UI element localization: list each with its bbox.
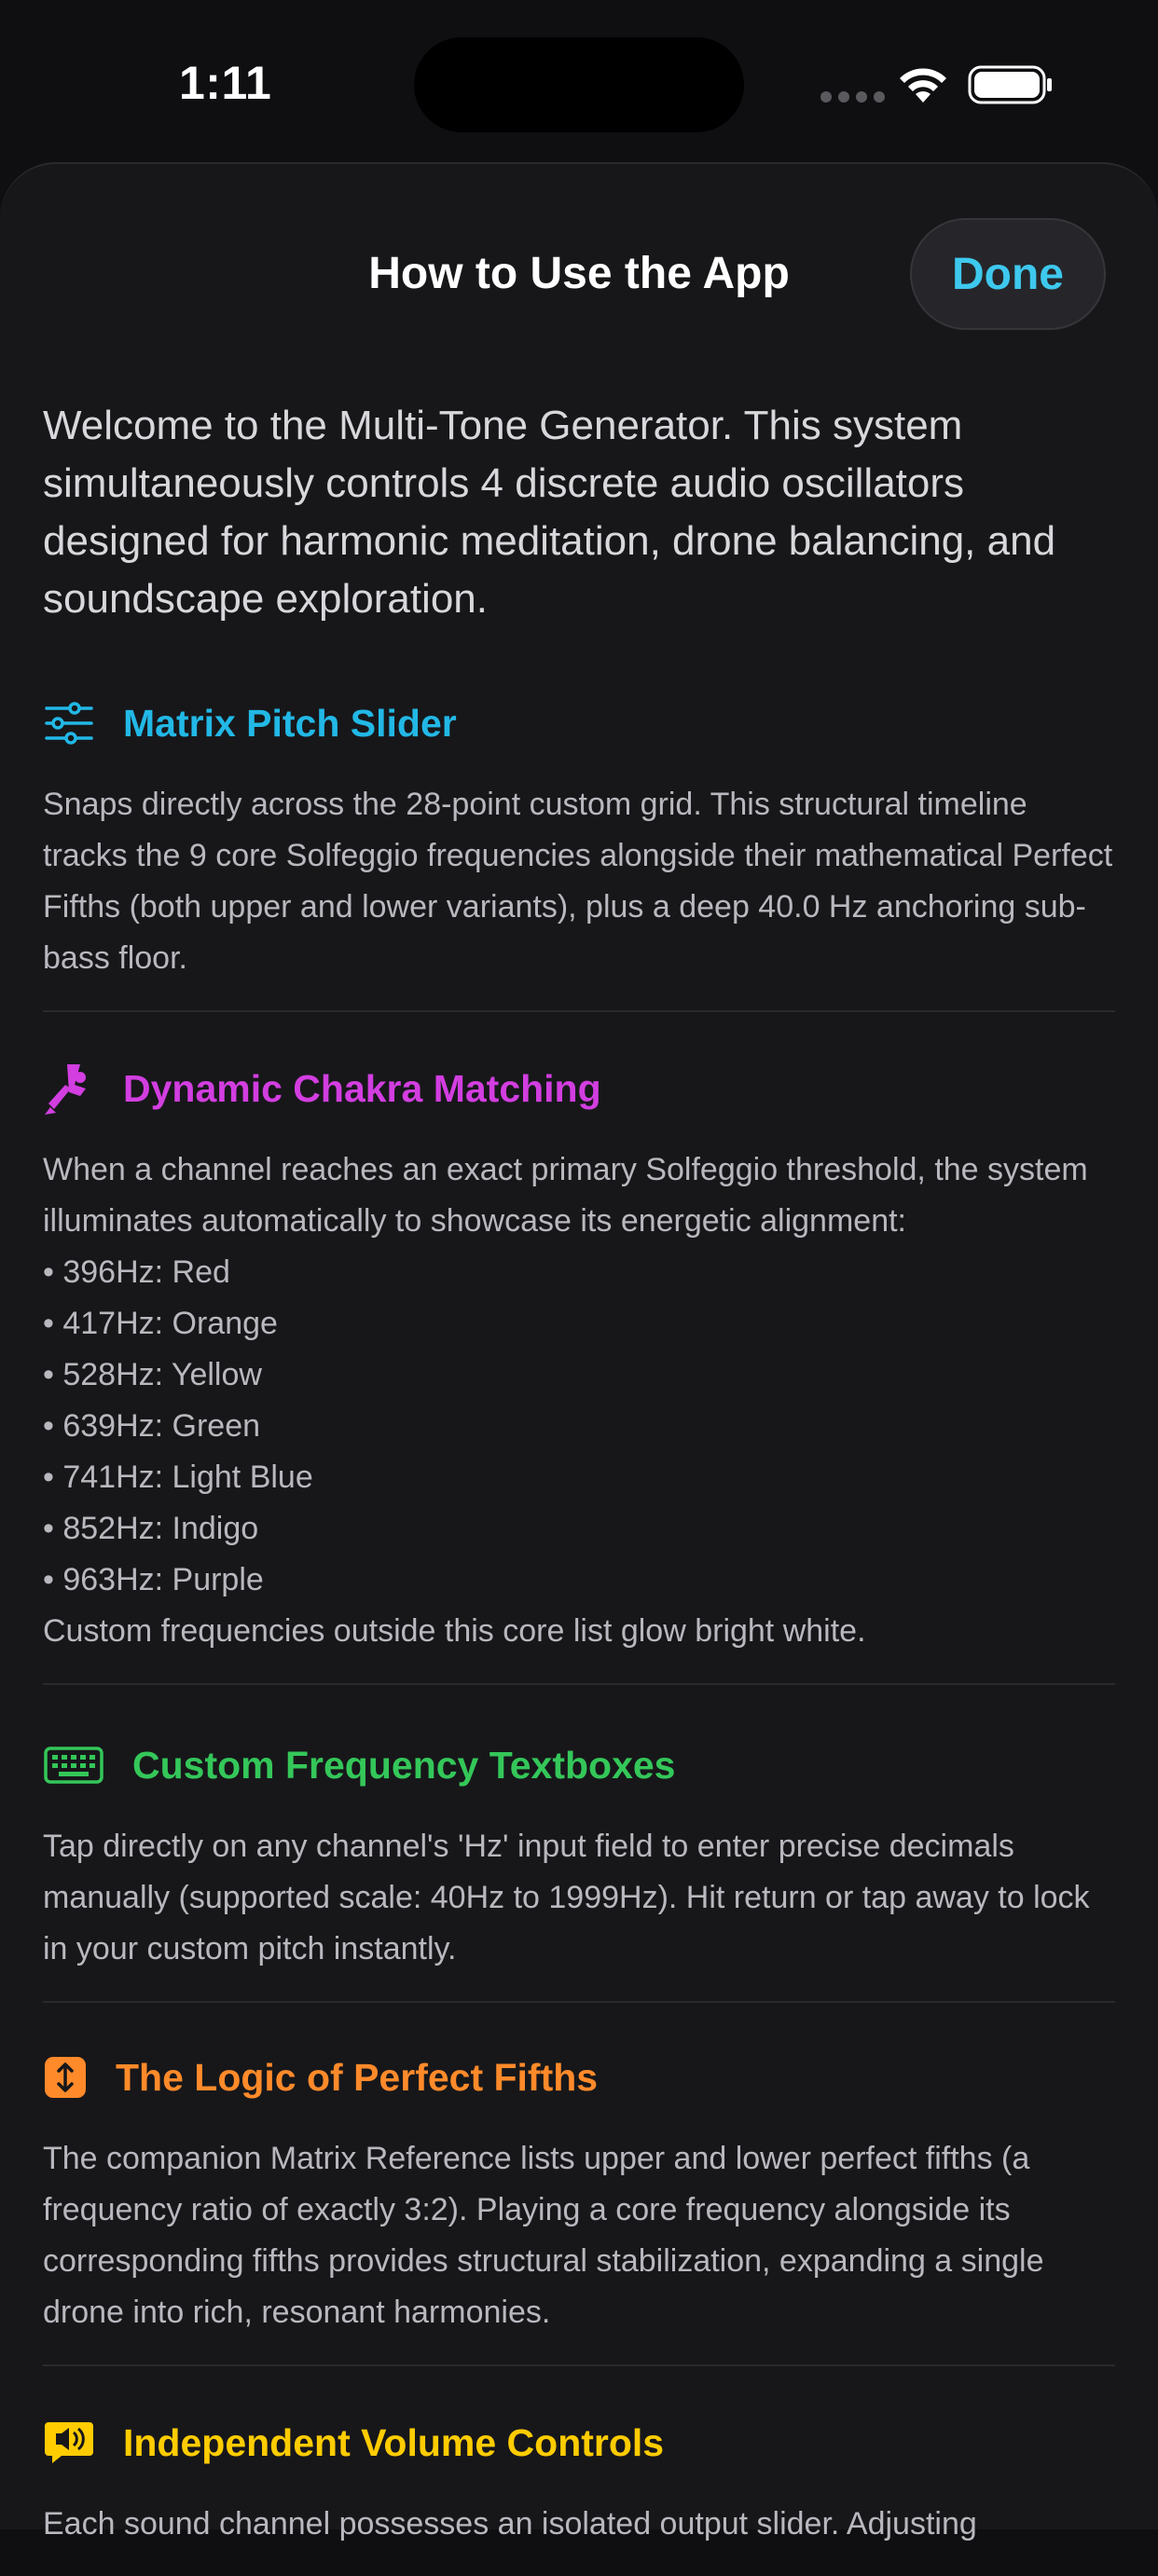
chakra-list: • 396Hz: Red • 417Hz: Orange • 528Hz: Ye… — [43, 1247, 1115, 1657]
speaker-bubble-icon — [43, 2417, 95, 2469]
status-time: 1:11 — [179, 57, 272, 109]
status-bar: 1:11 — [0, 0, 1158, 158]
section-custom-frequency-textboxes: Custom Frequency Textboxes Tap directly … — [43, 1737, 1115, 2003]
up-down-arrows-icon — [43, 2051, 88, 2103]
list-item: • 741Hz: Light Blue — [43, 1459, 313, 1495]
list-item: • 852Hz: Indigo — [43, 1511, 259, 1546]
done-button[interactable]: Done — [910, 218, 1106, 330]
section-title: Matrix Pitch Slider — [123, 701, 457, 745]
section-matrix-pitch-slider: Matrix Pitch Slider Snaps directly acros… — [43, 695, 1115, 1012]
section-body: The companion Matrix Reference lists upp… — [43, 2141, 1044, 2330]
dynamic-island — [414, 37, 744, 132]
list-item: • 639Hz: Green — [43, 1408, 261, 1444]
section-body: Snaps directly across the 28-point custo… — [43, 787, 1113, 976]
list-item: Custom frequencies outside this core lis… — [43, 1613, 866, 1649]
list-item: • 417Hz: Orange — [43, 1306, 278, 1341]
section-body: When a channel reaches an exact primary … — [43, 1152, 1088, 1239]
section-title: Independent Volume Controls — [123, 2420, 665, 2464]
section-title: The Logic of Perfect Fifths — [116, 2055, 599, 2099]
help-content[interactable]: Welcome to the Multi-Tone Generator. Thi… — [43, 397, 1115, 2576]
section-dynamic-chakra-matching: Dynamic Chakra Matching When a channel r… — [43, 1061, 1115, 1685]
list-item: • 528Hz: Yellow — [43, 1357, 262, 1392]
section-title: Dynamic Chakra Matching — [123, 1066, 601, 1110]
sheet-header: How to Use the App Done — [0, 164, 1158, 332]
section-body: Tap directly on any channel's 'Hz' input… — [43, 1829, 1090, 1966]
list-item: • 963Hz: Purple — [43, 1562, 264, 1597]
sliders-icon — [43, 697, 95, 749]
list-item: • 396Hz: Red — [43, 1254, 230, 1290]
section-title: Custom Frequency Textboxes — [132, 1743, 676, 1787]
cellular-signal-icon — [820, 91, 885, 103]
section-body: Each sound channel possesses an isolated… — [43, 2506, 977, 2542]
help-sheet: How to Use the App Done Welcome to the M… — [0, 162, 1158, 2542]
tuning-fork-icon — [43, 1062, 95, 1115]
battery-icon — [968, 65, 1052, 104]
wifi-icon — [900, 68, 946, 103]
section-perfect-fifths: The Logic of Perfect Fifths The companio… — [43, 2049, 1115, 2366]
keyboard-icon — [43, 1739, 104, 1791]
section-independent-volume: Independent Volume Controls Each sound c… — [43, 2415, 1115, 2576]
intro-text: Welcome to the Multi-Tone Generator. Thi… — [43, 403, 1056, 622]
